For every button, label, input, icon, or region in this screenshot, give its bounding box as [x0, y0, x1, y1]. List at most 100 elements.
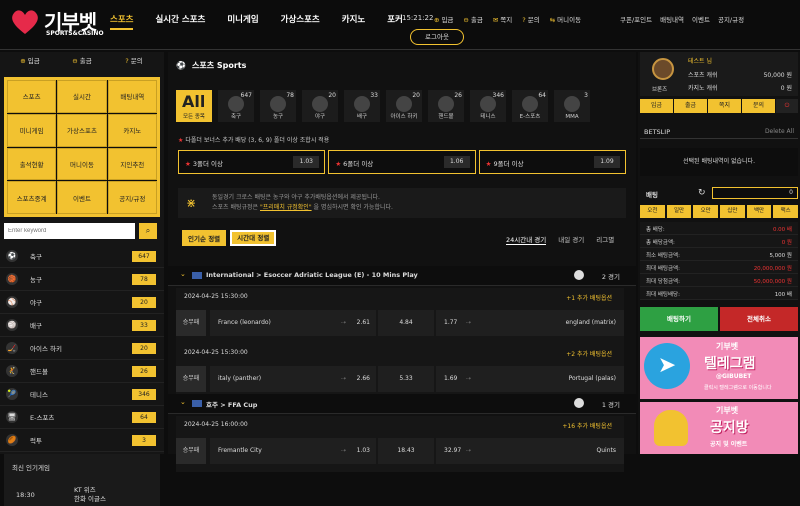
tab-24h[interactable]: 24시간내 경기 [506, 234, 547, 245]
sport-list-item[interactable]: 🏀 농구 78 [0, 268, 164, 291]
swap-link[interactable]: ⇆ 머니이동 [550, 14, 581, 24]
amount-shortcut-button[interactable]: 일만 [666, 205, 692, 218]
home-odds-button[interactable]: Fremantle City ⇢ 1.03 [210, 438, 376, 464]
amount-shortcut-button[interactable]: 백만 [746, 205, 772, 218]
recent-game-teams[interactable]: KT 위즈 한화 이글스 [74, 486, 106, 504]
nav-minigame[interactable]: 미니게임 [227, 13, 258, 30]
sort-time-button[interactable]: 시간대 정렬 [230, 230, 277, 246]
deposit-button[interactable]: 입금 [640, 99, 673, 113]
league-name: International > Esoccer Adriatic League … [206, 271, 418, 279]
coupon-point-link[interactable]: 쿠폰/포인트 [620, 14, 652, 24]
away-odds-button[interactable]: 1.77 ⇢ england (matrix) [436, 310, 624, 336]
sport-list-item[interactable]: ⚾ 야구 20 [0, 291, 164, 314]
away-odds-button[interactable]: 1.69 ⇢ Portugal (palas) [436, 366, 624, 392]
logout-button[interactable]: 로그아웃 [410, 29, 464, 45]
amount-shortcut-button[interactable]: 오천 [640, 205, 665, 218]
refresh-icon[interactable]: ↻ [698, 188, 706, 198]
draw-odds-button[interactable]: 5.33 [378, 366, 434, 392]
home-odds-button[interactable]: italy (panther) ⇢ 2.66 [210, 366, 376, 392]
more-bet-options-button[interactable]: +1 추가 배팅옵션 [566, 293, 612, 302]
menu-grid-item[interactable]: 출석현황 [7, 147, 57, 181]
sport-filter-item[interactable]: 20 야구 [302, 90, 338, 122]
telegram-banner[interactable]: ➤ 기부벳 텔레그램 @GIBUBET 클릭시 텔레그램으로 이동합니다 [640, 337, 798, 399]
menu-grid-item[interactable]: 스포츠중계 [7, 181, 57, 214]
sport-filter-item[interactable]: 20 아이스 하키 [386, 90, 422, 122]
menu-grid-item[interactable]: 카지노 [107, 113, 157, 147]
more-bet-options-button[interactable]: +16 추가 배팅옵션 [562, 421, 612, 430]
sort-popular-button[interactable]: 인기순 정렬 [182, 230, 227, 246]
menu-grid-item[interactable]: 이벤트 [57, 181, 107, 214]
plus-link[interactable]: ⊕ 입금 [434, 14, 453, 24]
bet-history-link[interactable]: 배팅내역 [660, 14, 684, 24]
bet-amount-input[interactable]: 0 [712, 187, 798, 199]
folder-bonus-button[interactable]: ★ 9폴더 이상 1.09 [478, 150, 626, 174]
sport-list-item[interactable]: 🖥 E-스포츠 64 [0, 406, 164, 429]
sport-filter-item[interactable]: 647 축구 [218, 90, 254, 122]
notice-room-banner[interactable]: 기부벳 공지방 공지 및 이벤트 [640, 402, 798, 454]
site-logo[interactable]: 기부벳 SPORTS&CASINO [10, 6, 104, 40]
left-tab-2[interactable]: ? 문의 [108, 54, 160, 68]
inquiry-button[interactable]: 문의 [742, 99, 775, 113]
more-bet-options-button[interactable]: +2 추가 배팅옵션 [566, 349, 612, 358]
draw-odds-button[interactable]: 18.43 [378, 438, 434, 464]
message-button[interactable]: 쪽지 [708, 99, 741, 113]
folder-bonus-button[interactable]: ★ 3폴더 이상 1.03 [178, 150, 326, 174]
nav-poker[interactable]: 포커 [387, 13, 403, 30]
sport-filter-item[interactable]: 78 농구 [260, 90, 296, 122]
cancel-all-button[interactable]: 전체취소 [720, 307, 798, 331]
draw-odds-button[interactable]: 4.84 [378, 310, 434, 336]
nav-virtual-sports[interactable]: 가상스포츠 [281, 13, 320, 30]
home-odds-button[interactable]: France (leonardo) ⇢ 2.61 [210, 310, 376, 336]
menu-grid-item[interactable]: 실시간 [57, 80, 107, 113]
folder-bonus-button[interactable]: ★ 6폴더 이상 1.06 [328, 150, 476, 174]
sport-filter-all[interactable]: All 모든 종목 [176, 90, 212, 122]
menu-grid-item[interactable]: 스포츠 [7, 80, 57, 113]
menu-grid-item[interactable]: 미니게임 [7, 113, 57, 147]
sport-filter-item[interactable]: 33 배구 [344, 90, 380, 122]
question-link[interactable]: ? 문의 [522, 14, 539, 24]
power-button[interactable]: ⏻ [776, 99, 798, 113]
league-header[interactable]: ⌄ 호주 > FFA Cup 1 경기 [168, 394, 636, 414]
sport-filter-item[interactable]: 64 E-스포츠 [512, 90, 548, 122]
sport-list-item[interactable]: 🎾 테니스 346 [0, 383, 164, 406]
home-odds: 2.66 [356, 375, 370, 382]
place-bet-button[interactable]: 배팅하기 [640, 307, 718, 331]
sport-list-item[interactable]: ⚽ 축구 647 [0, 245, 164, 268]
nav-live-sports[interactable]: 실시간 스포츠 [155, 13, 205, 30]
tab-tomorrow[interactable]: 내일 경기 [558, 234, 584, 245]
banner2-brand: 기부벳 [716, 406, 739, 415]
tab-by-league[interactable]: 리그별 [596, 234, 614, 245]
nav-casino[interactable]: 카지노 [342, 13, 365, 30]
amount-shortcut-button[interactable]: 오만 [693, 205, 719, 218]
nav-sports[interactable]: 스포츠 [110, 13, 134, 30]
sport-filter-item[interactable]: 3 MMA [554, 90, 590, 122]
away-odds: 32.97 [444, 447, 462, 454]
minus-link[interactable]: ⊖ 출금 [463, 14, 482, 24]
sport-list-item[interactable]: 🏐 배구 33 [0, 314, 164, 337]
sport-list-item[interactable]: 🏒 아이스 하키 20 [0, 337, 164, 360]
rules-link[interactable]: "프리매치 규정확인" [260, 204, 312, 211]
menu-grid-item[interactable]: 공지/규정 [107, 181, 157, 214]
menu-grid-item[interactable]: 배팅내역 [107, 80, 157, 113]
delete-all-button[interactable]: Delete All [765, 128, 794, 135]
league-header[interactable]: ⌄ International > Esoccer Adriatic League… [168, 266, 636, 286]
menu-grid-item[interactable]: 지인추천 [107, 147, 157, 181]
sport-list-item[interactable]: 🏉 럭투 3 [0, 429, 164, 452]
left-tab-1[interactable]: ⊖ 출금 [56, 54, 108, 68]
amount-shortcut-button[interactable]: 맥스 [773, 205, 799, 218]
menu-grid-item[interactable]: 머니이동 [57, 147, 107, 181]
sport-filter-item[interactable]: 26 핸드볼 [428, 90, 464, 122]
event-link[interactable]: 이벤트 [692, 14, 710, 24]
left-tab-0[interactable]: ⊕ 입금 [4, 54, 56, 68]
sport-filter-item[interactable]: 346 테니스 [470, 90, 506, 122]
sport-list-item[interactable]: 🤾 핸드볼 26 [0, 360, 164, 383]
amount-shortcut-button[interactable]: 십만 [720, 205, 745, 218]
bet-info-row: 최대 당첨금액: 50,000,000 원 [640, 274, 798, 287]
menu-grid-item[interactable]: 가상스포츠 [57, 113, 107, 147]
search-button[interactable]: ⌕ [139, 223, 157, 239]
mail-link[interactable]: ✉ 쪽지 [493, 14, 512, 24]
notice-link[interactable]: 공지/규정 [718, 14, 744, 24]
withdraw-button[interactable]: 출금 [674, 99, 707, 113]
league-search-input[interactable] [4, 223, 135, 239]
away-odds-button[interactable]: 32.97 ⇢ Quints [436, 438, 624, 464]
